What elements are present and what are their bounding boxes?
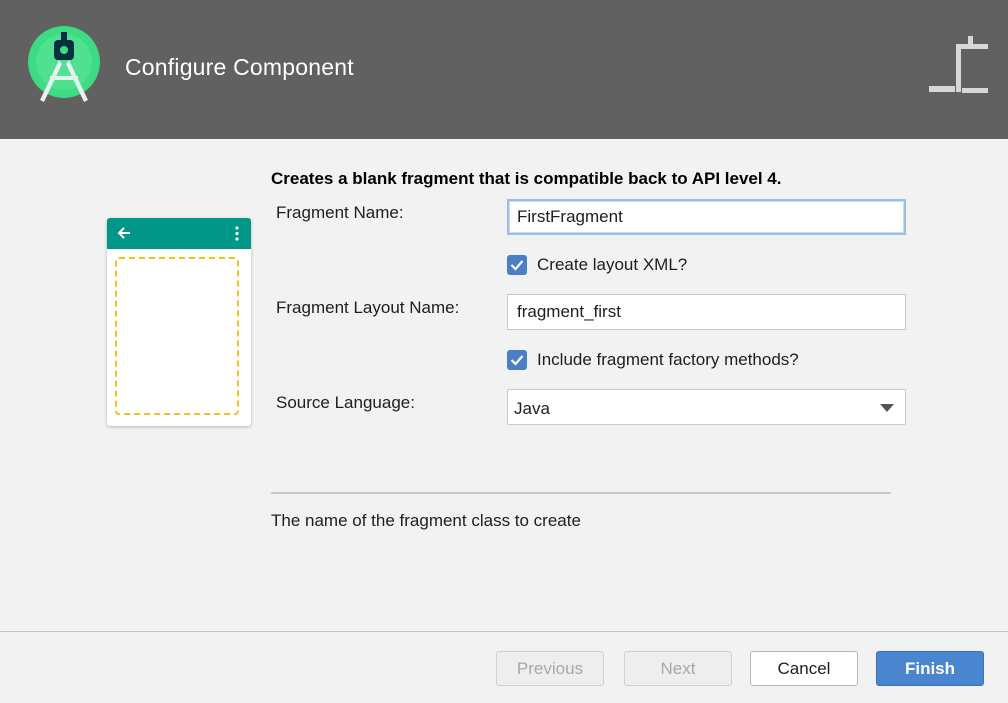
- source-language-value: Java: [514, 399, 550, 418]
- component-icon: [929, 36, 988, 93]
- fragment-name-label: Fragment Name:: [276, 203, 404, 222]
- overflow-menu-icon: [235, 226, 239, 241]
- content-divider: [271, 492, 891, 494]
- create-layout-label: Create layout XML?: [537, 255, 688, 274]
- layout-name-label: Fragment Layout Name:: [276, 298, 460, 317]
- checkmark-icon: [510, 355, 524, 366]
- field-hint: The name of the fragment class to create: [271, 511, 581, 530]
- previous-button[interactable]: Previous: [496, 651, 604, 686]
- source-language-label: Source Language:: [276, 393, 415, 412]
- back-arrow-icon: [117, 227, 130, 239]
- dialog-title: Configure Component: [125, 54, 354, 80]
- android-studio-logo-icon: [28, 26, 100, 102]
- template-description: Creates a blank fragment that is compati…: [271, 169, 782, 188]
- next-button[interactable]: Next: [624, 651, 732, 686]
- dialog-header: Configure Component: [0, 0, 1008, 139]
- fragment-placeholder: [115, 257, 239, 415]
- layout-name-input[interactable]: [507, 294, 906, 330]
- finish-button[interactable]: Finish: [876, 651, 984, 686]
- fragment-preview: [107, 218, 251, 426]
- create-layout-checkbox-row[interactable]: Create layout XML?: [507, 254, 687, 276]
- factory-methods-checkbox-row[interactable]: Include fragment factory methods?: [507, 349, 799, 371]
- chevron-down-icon[interactable]: [880, 404, 894, 412]
- cancel-button[interactable]: Cancel: [750, 651, 858, 686]
- factory-methods-checkbox[interactable]: [507, 350, 527, 370]
- preview-app-bar: [107, 218, 251, 249]
- footer-divider: [0, 631, 1008, 632]
- factory-methods-label: Include fragment factory methods?: [537, 350, 799, 369]
- checkmark-icon: [510, 260, 524, 271]
- fragment-name-input[interactable]: [507, 199, 906, 235]
- create-layout-checkbox[interactable]: [507, 255, 527, 275]
- source-language-select[interactable]: Java: [507, 389, 906, 425]
